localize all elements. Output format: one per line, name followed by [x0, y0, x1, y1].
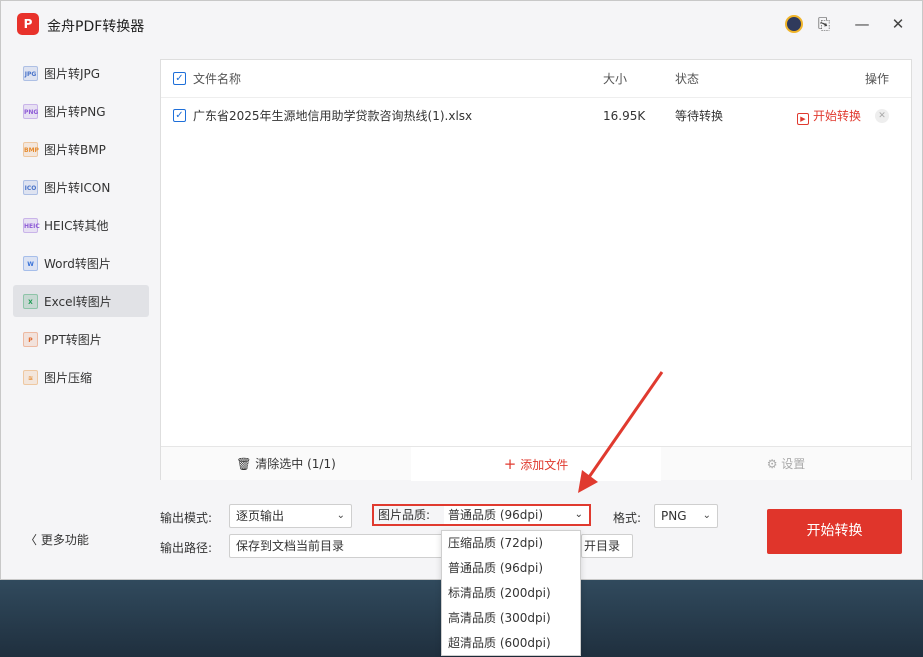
quality-option[interactable]: 普通品质 (96dpi): [442, 556, 580, 581]
format-select[interactable]: PNG ⌄: [654, 504, 718, 528]
feedback-icon[interactable]: ⎘: [813, 13, 835, 35]
table-header: ✓ 文件名称 大小 状态 操作: [161, 60, 911, 98]
sidebar-item-label: 图片转JPG: [44, 66, 101, 81]
play-icon: ▶: [797, 113, 809, 125]
sidebar-item-icon: BMP: [23, 141, 39, 157]
sidebar-item[interactable]: PNG 图片转PNG: [13, 95, 149, 127]
sidebar-item-label: 图片转BMP: [44, 142, 106, 157]
panel-footer: 🗑 清除选中 (1/1) + 添加文件 ⚙ 设置: [161, 446, 911, 481]
sidebar-item-label: 图片压缩: [44, 370, 93, 385]
row-start-convert-button[interactable]: ▶ 开始转换: [797, 98, 861, 134]
chevron-down-icon: ⌄: [574, 509, 583, 520]
header-action: 操作: [865, 72, 890, 86]
close-icon[interactable]: ✕: [887, 13, 909, 35]
row-status: 等待转换: [675, 109, 724, 123]
sidebar-item[interactable]: X Excel转图片: [13, 285, 149, 317]
output-mode-label: 输出模式:: [160, 511, 213, 525]
app-logo: P: [17, 13, 39, 35]
sidebar-item[interactable]: ≋ 图片压缩: [13, 361, 149, 393]
select-all-checkbox[interactable]: ✓: [173, 72, 186, 85]
sidebar-item-icon: W: [23, 255, 38, 271]
row-remove-icon[interactable]: ✕: [875, 109, 889, 123]
minimize-icon[interactable]: —: [851, 13, 873, 35]
title-bar: P 金舟PDF转换器 ⎘ — ✕: [1, 1, 922, 49]
quality-option[interactable]: 压缩品质 (72dpi): [442, 531, 580, 556]
image-quality-label: 图片品质:: [378, 508, 431, 522]
sidebar-item-icon: ≋: [23, 369, 38, 385]
header-status: 状态: [675, 72, 700, 86]
image-quality-dropdown: 压缩品质 (72dpi) 普通品质 (96dpi) 标清品质 (200dpi) 高清品…: [441, 530, 581, 656]
user-avatar-icon[interactable]: [783, 13, 805, 35]
image-quality-select[interactable]: 普通品质 (96dpi) ⌄: [444, 506, 589, 524]
chevron-down-icon: ⌄: [702, 510, 711, 521]
header-file-name: 文件名称: [193, 72, 242, 86]
trash-icon: 🗑: [236, 457, 252, 471]
image-quality-value: 普通品质 (96dpi): [448, 508, 544, 522]
gear-icon: ⚙: [766, 457, 778, 471]
format-label: 格式:: [613, 511, 642, 525]
sidebar-item-label: 图片转PNG: [44, 104, 106, 119]
more-features-label: 更多功能: [40, 533, 89, 547]
app-title: 金舟PDF转换器: [47, 19, 145, 35]
more-features-link[interactable]: 〈 更多功能: [25, 531, 89, 548]
sidebar-item[interactable]: ICO 图片转ICON: [13, 171, 149, 203]
sidebar-item-icon: HEIC: [23, 217, 40, 233]
file-list-panel: ✓ 文件名称 大小 状态 操作 ✓ 广东省2025年生源地信用助学贷款咨询热线(…: [160, 59, 912, 481]
sidebar-item[interactable]: P PPT转图片: [13, 323, 149, 355]
sidebar-item[interactable]: BMP 图片转BMP: [13, 133, 149, 165]
sidebar-item[interactable]: W Word转图片: [13, 247, 149, 279]
app-window: P 金舟PDF转换器 ⎘ — ✕ JPG 图片转JPG PNG 图片转PNG BMP 图片…: [0, 0, 923, 580]
open-directory-button[interactable]: 开目录: [581, 534, 633, 558]
sidebar-item-label: PPT转图片: [44, 332, 102, 347]
row-file-size: 16.95K: [603, 109, 646, 123]
sidebar-item[interactable]: JPG 图片转JPG: [13, 57, 149, 89]
image-quality-control[interactable]: 图片品质: 普通品质 (96dpi) ⌄: [372, 504, 591, 526]
sidebar-item[interactable]: HEIC HEIC转其他: [13, 209, 149, 241]
quality-option[interactable]: 高清品质 (300dpi): [442, 606, 580, 631]
chevron-left-icon: 〈: [25, 533, 38, 547]
row-start-convert-label: 开始转换: [813, 109, 862, 123]
plus-icon: +: [503, 455, 517, 473]
row-file-name: 广东省2025年生源地信用助学贷款咨询热线(1).xlsx: [193, 109, 473, 123]
sidebar-item-icon: JPG: [23, 65, 38, 81]
clear-selected-label: 清除选中 (1/1): [255, 457, 336, 471]
sidebar-item-label: Word转图片: [44, 256, 111, 271]
output-path-select[interactable]: 保存到文档当前目录: [229, 534, 443, 558]
add-file-label: 添加文件: [520, 458, 569, 472]
sidebar-item-icon: X: [23, 293, 38, 309]
settings-button[interactable]: ⚙ 设置: [661, 447, 911, 481]
clear-selected-button[interactable]: 🗑 清除选中 (1/1): [161, 447, 411, 481]
open-directory-label: 开目录: [584, 539, 621, 553]
sidebar-item-icon: ICO: [23, 179, 38, 195]
sidebar-item-label: HEIC转其他: [44, 218, 109, 233]
quality-option[interactable]: 标清品质 (200dpi): [442, 581, 580, 606]
output-mode-select[interactable]: 逐页输出 ⌄: [229, 504, 352, 528]
start-convert-button[interactable]: 开始转换: [767, 509, 902, 554]
output-mode-value: 逐页输出: [236, 509, 285, 523]
row-checkbox[interactable]: ✓: [173, 109, 186, 122]
table-row[interactable]: ✓ 广东省2025年生源地信用助学贷款咨询热线(1).xlsx 16.95K 等…: [161, 98, 911, 134]
settings-label: 设置: [781, 457, 806, 471]
sidebar-item-icon: P: [23, 331, 38, 347]
sidebar-item-icon: PNG: [23, 103, 38, 119]
header-size: 大小: [603, 72, 628, 86]
output-path-value: 保存到文档当前目录: [236, 539, 345, 553]
format-value: PNG: [661, 509, 687, 523]
quality-option[interactable]: 超清品质 (600dpi): [442, 631, 580, 656]
sidebar-item-label: 图片转ICON: [44, 180, 111, 195]
sidebar: JPG 图片转JPG PNG 图片转PNG BMP 图片转BMP ICO 图片转ICON HEI…: [13, 57, 149, 399]
add-file-button[interactable]: + 添加文件: [411, 447, 661, 481]
chevron-down-icon: ⌄: [336, 510, 345, 521]
output-path-label: 输出路径:: [160, 541, 213, 555]
sidebar-item-label: Excel转图片: [44, 294, 112, 309]
